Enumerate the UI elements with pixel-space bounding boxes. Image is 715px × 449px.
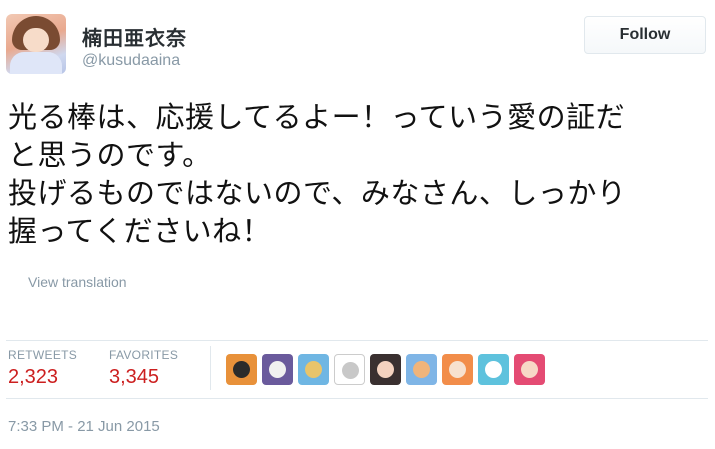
tweet-text: 光る棒は、応援してるよー！っていう愛の証だ と思うのです。 投げるものではないの… — [8, 98, 708, 250]
favoriter-avatars — [226, 354, 550, 385]
user-avatar[interactable] — [6, 14, 66, 74]
tweet-stats: RETWEETS 2,323 FAVORITES 3,345 — [0, 340, 715, 398]
avatar-face-shape — [23, 28, 49, 52]
anime-avatar-icon[interactable] — [514, 354, 545, 385]
retweets-label: RETWEETS — [8, 348, 78, 362]
avatar-figure-shape — [305, 361, 322, 378]
stats-divider-bottom — [6, 398, 708, 399]
stats-separator — [210, 346, 211, 390]
anime-avatar-icon[interactable] — [478, 354, 509, 385]
tweet-header: 楠田亜衣奈 @kusudaaina Follow — [0, 0, 715, 90]
anime-avatar-icon[interactable] — [298, 354, 329, 385]
tweet-line: 握ってくださいね！ — [8, 214, 272, 248]
anime-avatar-icon[interactable] — [442, 354, 473, 385]
user-handle[interactable]: @kusudaaina — [82, 52, 180, 70]
view-translation-link[interactable]: View translation — [28, 274, 127, 290]
avatar-figure-shape — [449, 361, 466, 378]
avatar-shirt-shape — [10, 52, 62, 74]
anime-avatar-icon[interactable] — [262, 354, 293, 385]
tweet-line: と思うのです。 — [8, 138, 212, 172]
avatar-figure-shape — [269, 361, 286, 378]
favorites-stat[interactable]: FAVORITES 3,345 — [109, 348, 178, 389]
retweets-stat[interactable]: RETWEETS 2,323 — [8, 348, 77, 389]
anime-avatar-icon[interactable] — [370, 354, 401, 385]
favorites-count: 3,345 — [109, 366, 160, 388]
orange-avatar-icon[interactable] — [226, 354, 257, 385]
tweet-line: 投げるものではないので、みなさん、しっかり — [8, 176, 627, 210]
tweet-timestamp[interactable]: 7:33 PM - 21 Jun 2015 — [8, 418, 160, 435]
tweet-line: 光る棒は、応援してるよー！っていう愛の証だ — [8, 100, 626, 134]
user-display-name[interactable]: 楠田亜衣奈 — [82, 22, 187, 51]
follow-button[interactable]: Follow — [584, 16, 706, 54]
avatar-figure-shape — [413, 361, 430, 378]
retweets-count: 2,323 — [8, 366, 59, 388]
favorites-label: FAVORITES — [109, 348, 179, 362]
anime-avatar-icon[interactable] — [406, 354, 437, 385]
avatar-figure-shape — [521, 361, 538, 378]
avatar-figure-shape — [485, 361, 502, 378]
default-avatar-icon[interactable] — [334, 354, 365, 385]
avatar-figure-shape — [377, 361, 394, 378]
avatar-figure-shape — [342, 362, 359, 379]
avatar-figure-shape — [233, 361, 250, 378]
